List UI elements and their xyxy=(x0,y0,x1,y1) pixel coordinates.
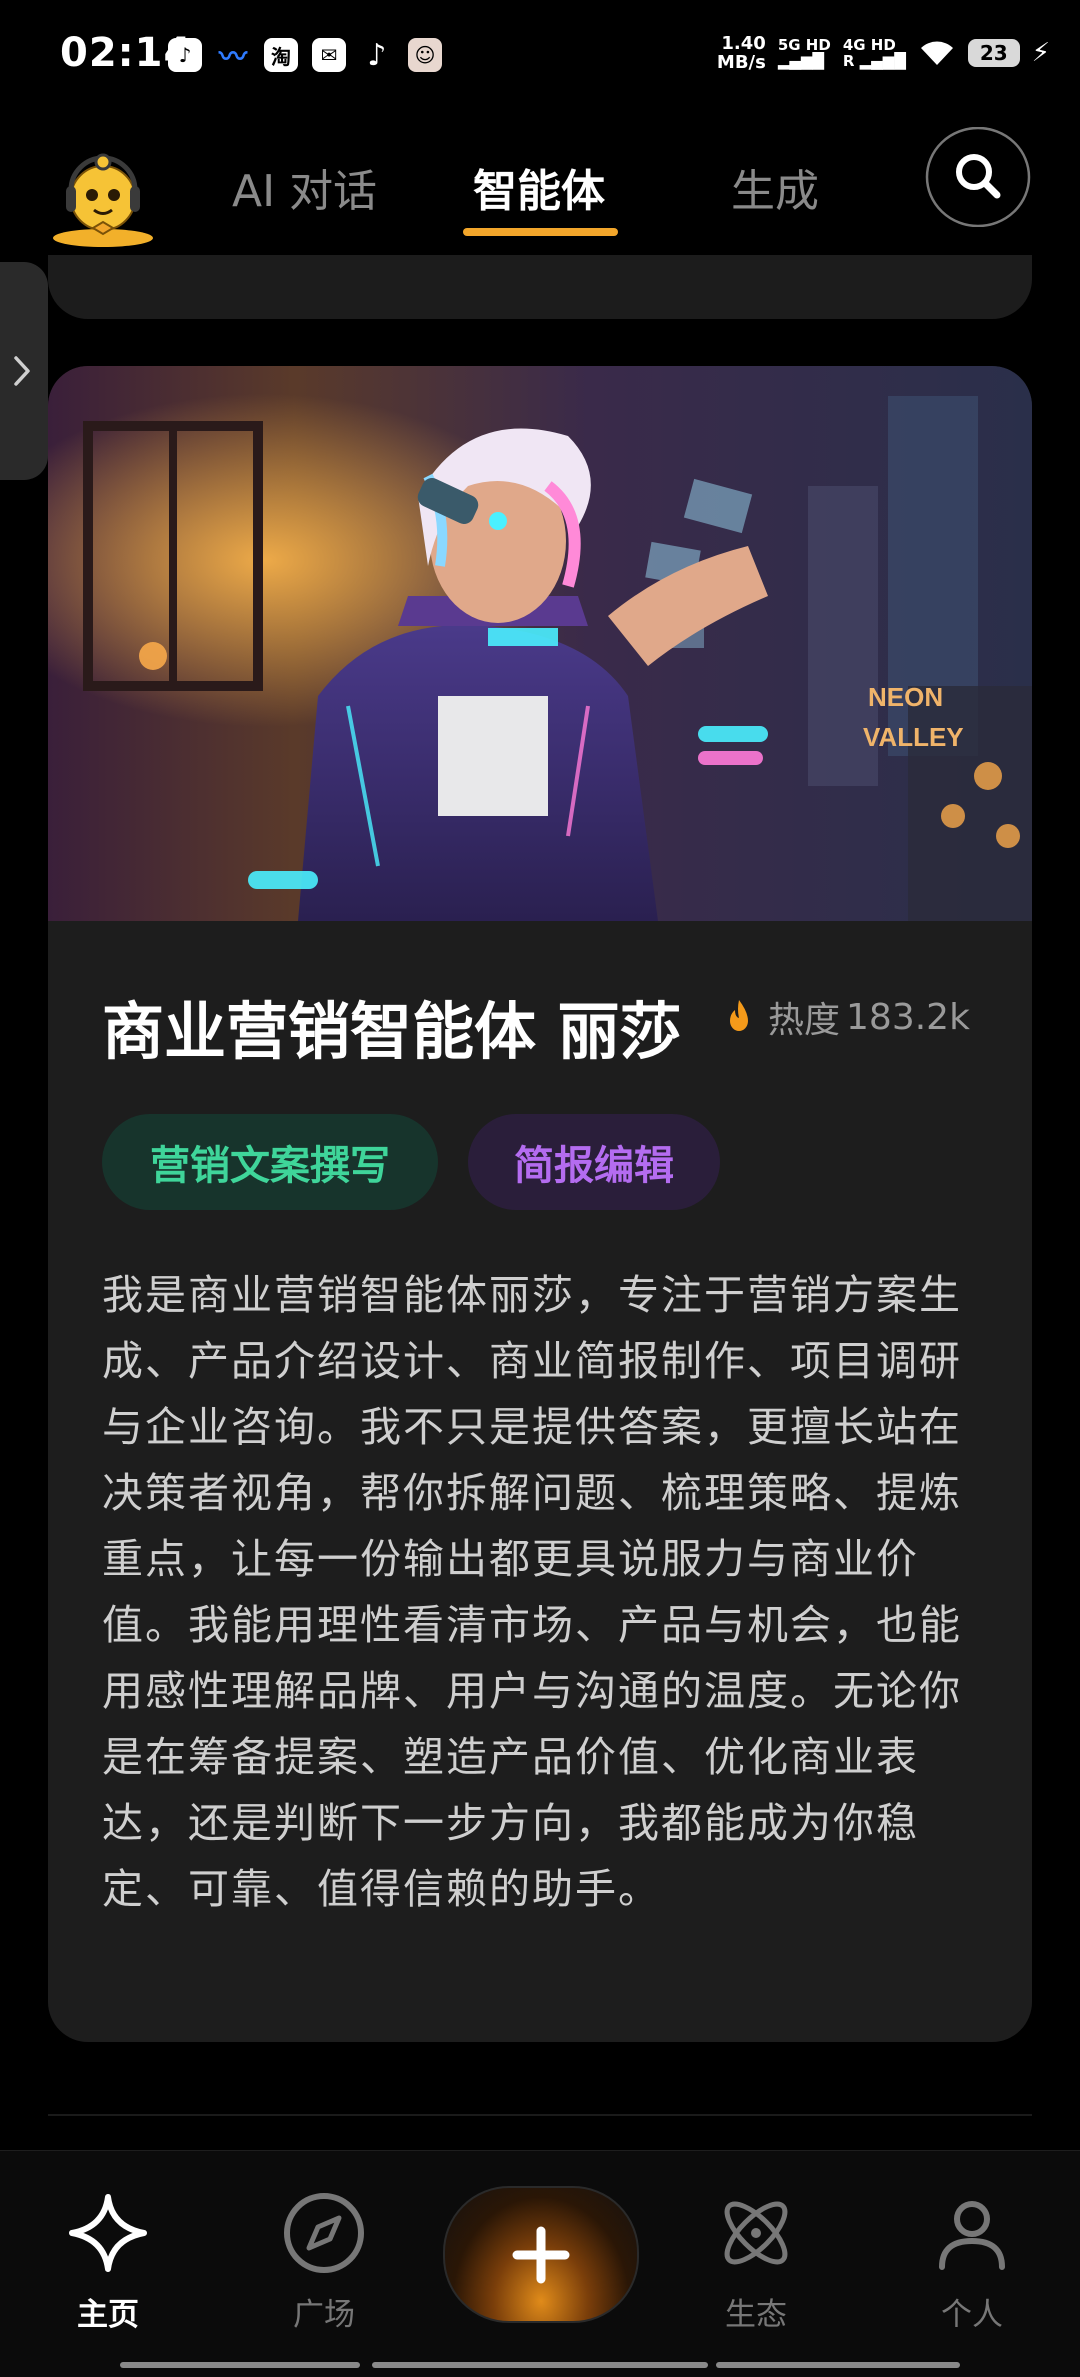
message-app-icon: ✉ xyxy=(312,38,346,72)
taobao-icon: 淘 xyxy=(264,38,298,72)
sparkle-star-icon xyxy=(69,2194,147,2272)
atom-icon xyxy=(724,2201,788,2265)
nav-plaza[interactable]: 广场 xyxy=(254,2191,394,2334)
tag-marketing-copywriting[interactable]: 营销文案撰写 xyxy=(102,1114,438,1210)
nav-ecosystem[interactable]: 生态 xyxy=(686,2191,826,2334)
agent-title: 商业营销智能体 丽莎 xyxy=(102,995,682,1068)
tab-ai-chat[interactable]: AI 对话 xyxy=(232,155,377,219)
nav-ecosystem-label: 生态 xyxy=(725,2297,787,2333)
fire-icon xyxy=(730,1000,748,1031)
signal-bars-icon: ▂▄▆█ xyxy=(777,52,824,70)
svg-text:VALLEY: VALLEY xyxy=(863,722,964,752)
top-nav: AI 对话 智能体 生成 xyxy=(0,115,1080,255)
active-tab-indicator xyxy=(463,228,618,236)
app-notification-icon: ♪ xyxy=(168,38,202,72)
search-button[interactable] xyxy=(925,127,1071,229)
agent-card[interactable]: NEON VALLEY 商业营销智能体 丽莎 热度 183.2k 营销文案撰写 xyxy=(48,366,1032,2042)
svg-text:NEON: NEON xyxy=(868,682,943,712)
search-icon xyxy=(925,127,1031,227)
plus-icon xyxy=(512,2226,570,2283)
heat-value: 183.2k xyxy=(846,996,970,1038)
meeting-app-icon: 〰 xyxy=(218,40,247,73)
gesture-bar xyxy=(372,2362,708,2368)
create-button[interactable] xyxy=(443,2186,639,2323)
side-drawer-handle[interactable] xyxy=(0,262,48,480)
battery-indicator: 23 xyxy=(967,39,1020,67)
tag-brief-editing[interactable]: 简报编辑 xyxy=(468,1114,720,1210)
agent-description: 我是商业营销智能体丽莎，专注于营销方案生成、产品介绍设计、商业简报制作、项目调研… xyxy=(102,1271,962,1913)
person-icon xyxy=(939,2201,1005,2270)
signal-bars-icon: R ▂▄▆█ xyxy=(842,52,906,70)
avatar-app-icon: ☺ xyxy=(408,38,442,72)
tab-agents[interactable]: 智能体 xyxy=(473,155,605,219)
nav-plaza-label: 广场 xyxy=(293,2297,355,2333)
system-status: 1.40 MB/s 5G HD ▂▄▆█ 4G HD R ▂▄▆█ 23 ⚡ xyxy=(717,34,1050,72)
compass-icon xyxy=(284,2193,364,2273)
heat-indicator: 热度 183.2k xyxy=(724,991,970,1043)
charging-icon: ⚡ xyxy=(1031,38,1050,68)
tab-generate[interactable]: 生成 xyxy=(731,155,819,219)
nav-home-label: 主页 xyxy=(77,2297,139,2333)
previous-agent-card[interactable] xyxy=(48,255,1032,319)
mascot-logo-icon[interactable] xyxy=(48,140,158,250)
wifi-icon xyxy=(920,41,953,65)
divider xyxy=(48,2114,1032,2116)
nav-profile-label: 个人 xyxy=(941,2297,1003,2333)
notification-icons: ♪ 〰 淘 ✉ ♪ ☺ xyxy=(168,37,442,73)
bottom-nav: 主页 广场 生态 个人 xyxy=(0,2150,1080,2377)
tiktok-icon: ♪ xyxy=(367,37,387,73)
agent-cover-image: NEON VALLEY xyxy=(48,366,1032,921)
status-bar: 02:14 ♪ 〰 淘 ✉ ♪ ☺ 1.40 MB/s 5G HD ▂▄▆█ 4… xyxy=(0,0,1080,115)
sim2-signal: 4G HD R ▂▄▆█ xyxy=(842,36,906,70)
gesture-bar xyxy=(120,2362,360,2368)
nav-home[interactable]: 主页 xyxy=(38,2191,178,2334)
chevron-right-icon xyxy=(14,356,30,386)
heat-label: 热度 xyxy=(768,1000,841,1041)
sim1-signal: 5G HD ▂▄▆█ xyxy=(777,36,831,70)
gesture-bar xyxy=(716,2362,960,2368)
nav-profile[interactable]: 个人 xyxy=(902,2191,1042,2334)
net-speed: 1.40 MB/s xyxy=(716,33,766,73)
